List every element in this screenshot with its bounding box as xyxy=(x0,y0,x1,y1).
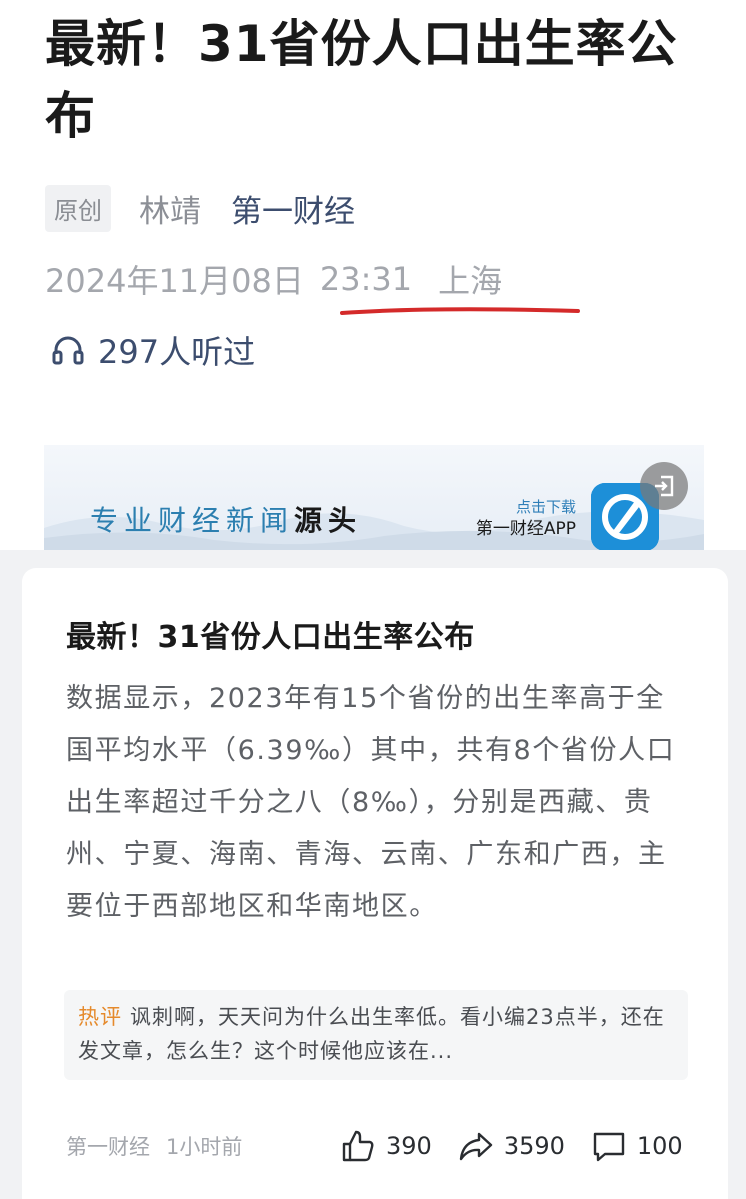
banner-cta[interactable]: 点击下载 第一财经APP xyxy=(462,497,576,541)
publish-info: 2024年11月08日 23:31 上海 xyxy=(45,252,502,306)
publish-location: 上海 xyxy=(438,262,503,300)
comment-bubble-icon xyxy=(593,1132,625,1162)
share-arrow-icon xyxy=(459,1132,493,1161)
listen-count: 297人听过 xyxy=(98,333,256,371)
original-badge: 原创 xyxy=(45,184,111,232)
card-summary: 数据显示，2023年有15个省份的出生率高于全国平均水平（6.39‰）其中，共有… xyxy=(66,683,676,922)
hot-comment-text: 讽刺啊，天天问为什么出生率低。看小编23点半，还在发文章，怎么生？这个时候他应该… xyxy=(78,1005,665,1063)
red-underline-annotation xyxy=(340,307,580,315)
card-title[interactable]: 最新！31省份人口出生率公布 xyxy=(66,612,475,656)
author-name[interactable]: 林靖 xyxy=(139,186,201,231)
download-label: 点击下载 xyxy=(515,498,576,516)
headphones-icon xyxy=(52,336,84,365)
banner-slogan: 专业财经新闻源头 xyxy=(90,499,362,539)
article-meta: 原创 林靖 第一财经 xyxy=(45,183,355,233)
hot-comment[interactable]: 热评 讽刺啊，天天问为什么出生率低。看小编23点半，还在发文章，怎么生？这个时候他… xyxy=(64,990,688,1080)
app-download-banner[interactable]: 专业财经新闻源头 点击下载 第一财经APP xyxy=(44,445,704,550)
comment-count: 100 xyxy=(636,1132,683,1160)
footer-time: 1小时前 xyxy=(166,1135,243,1159)
app-name: 第一财经APP xyxy=(475,519,576,539)
publish-date: 2024年11月08日 xyxy=(45,262,304,300)
share-button[interactable]: 3590 xyxy=(458,1128,565,1164)
card-actions: 390 3590 100 xyxy=(340,1124,683,1168)
footer-source: 第一财经 xyxy=(66,1135,150,1159)
like-button[interactable]: 390 xyxy=(340,1128,432,1164)
slogan-bold: 源头 xyxy=(294,504,363,537)
publish-time: 23:31 xyxy=(319,260,413,298)
thumbs-up-icon xyxy=(342,1130,374,1162)
like-count: 390 xyxy=(386,1132,432,1160)
comment-button[interactable]: 100 xyxy=(591,1128,683,1164)
source-link[interactable]: 第一财经 xyxy=(231,186,355,231)
hot-comment-label: 热评 xyxy=(78,1005,122,1029)
listen-count-row[interactable]: 297人听过 xyxy=(50,326,255,374)
article-title: 最新！31省份人口出生率公布 xyxy=(45,15,678,145)
slogan-main: 专业财经新闻 xyxy=(90,504,295,537)
share-count: 3590 xyxy=(503,1132,565,1160)
exit-icon[interactable] xyxy=(640,462,688,510)
